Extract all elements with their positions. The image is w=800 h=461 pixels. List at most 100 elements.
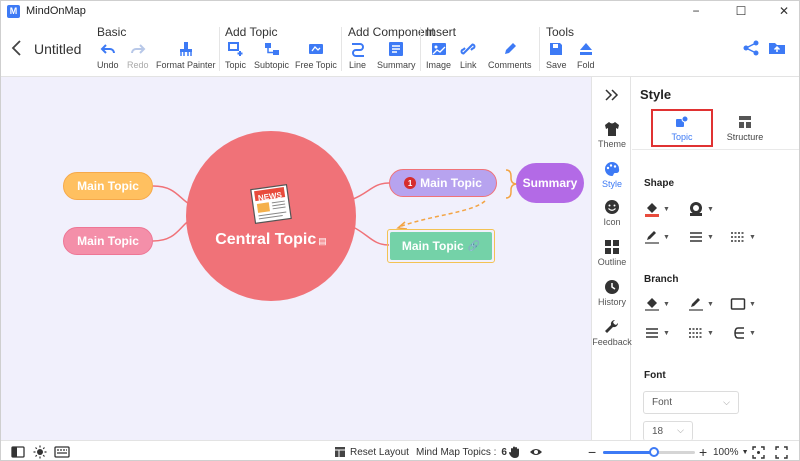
subtopic-label: Subtopic [254, 60, 290, 70]
shape-border-width-dropdown[interactable]: ▼ [688, 229, 714, 245]
zoom-slider[interactable] [603, 441, 695, 460]
tab-topic[interactable]: Topic [651, 109, 713, 147]
line-width-icon [690, 232, 702, 242]
undo-button[interactable]: Undo [97, 41, 119, 70]
branch-border-dropdown[interactable]: ▼ [730, 296, 756, 312]
panel-title: Style [640, 87, 672, 102]
free-topic-button[interactable]: Free Topic [295, 41, 337, 70]
branch-line-width-dropdown[interactable]: ▼ [644, 325, 670, 341]
main-topic-node[interactable]: Main Topic [63, 172, 153, 200]
shape-style-dropdown[interactable]: ▼ [688, 201, 714, 217]
fullscreen-icon[interactable] [775, 441, 788, 460]
collapse-panel-icon[interactable] [603, 87, 621, 106]
shape-icon [690, 202, 702, 216]
shape-fill-dropdown[interactable]: ▼ [644, 201, 670, 217]
font-family-select[interactable]: Font ⌵ [643, 391, 739, 414]
font-size-select[interactable]: 18 ⌵ [643, 421, 693, 441]
summary-label: Summary [377, 60, 416, 70]
theme-mode-icon[interactable] [33, 441, 47, 460]
share-icon[interactable] [742, 39, 760, 57]
panel-divider [632, 149, 799, 150]
sidebar-item-outline[interactable]: Outline [592, 239, 632, 267]
branch-fill-dropdown[interactable]: ▼ [644, 296, 670, 312]
redo-button[interactable]: Redo [127, 41, 149, 70]
fold-button[interactable]: Fold [577, 41, 595, 70]
zoom-level-value: 100% [713, 446, 739, 458]
main-topic-node[interactable]: 1 Main Topic [389, 169, 497, 197]
reset-layout-label: Reset Layout [350, 446, 409, 458]
branch-connector-dropdown[interactable]: ▼ [730, 325, 756, 341]
link-icon [460, 41, 476, 57]
subtopic-icon [264, 41, 280, 57]
zoom-slider-thumb[interactable] [649, 446, 659, 457]
chevron-down-icon: ⌵ [723, 397, 730, 407]
branch-line-color-dropdown[interactable]: ▼ [688, 296, 714, 312]
undo-label: Undo [97, 60, 119, 70]
main-topic-node-selected[interactable]: Main Topic 🔗 [390, 232, 492, 260]
zoom-in-button[interactable]: + [699, 441, 707, 460]
link-button[interactable]: Link [460, 41, 477, 70]
main-topic-node[interactable]: Main Topic [63, 227, 153, 255]
title-bar: M MindOnMap − ☐ ✕ [1, 1, 799, 21]
topic-label: Topic [225, 60, 247, 70]
image-label: Image [426, 60, 452, 70]
undo-icon [100, 41, 116, 57]
summary-node[interactable]: Summary [516, 163, 584, 203]
topics-count-value: 6 [501, 446, 507, 458]
image-button[interactable]: Image [426, 41, 451, 70]
summary-icon [388, 41, 404, 57]
minimize-button[interactable]: − [681, 1, 711, 21]
tab-structure[interactable]: Structure [715, 109, 775, 147]
fold-label: Fold [577, 60, 595, 70]
keyboard-icon[interactable] [54, 441, 70, 460]
side-icon-bar: Theme Style Icon Outline History Feedbac… [591, 77, 632, 440]
main-topic-label: Main Topic [77, 234, 139, 248]
toolbar: Untitled Basic Undo Redo Format Painter … [1, 21, 799, 77]
sidebar-item-theme[interactable]: Theme [592, 121, 632, 149]
back-button[interactable] [9, 38, 25, 58]
subtopic-button[interactable]: Subtopic [254, 41, 289, 70]
sidebar-item-icon[interactable]: Icon [592, 199, 632, 227]
sidebar-item-feedback[interactable]: Feedback [592, 319, 632, 347]
branch-line-style-dropdown[interactable]: ▼ [688, 325, 714, 341]
sidebar-item-style[interactable]: Style [592, 161, 632, 189]
zoom-slider-fill [603, 450, 654, 454]
clock-icon [605, 280, 619, 294]
central-topic-label: Central Topic ▤ [215, 231, 327, 249]
reset-layout-button[interactable]: Reset Layout [334, 441, 409, 460]
hand-icon[interactable] [508, 441, 522, 460]
eye-icon[interactable] [529, 441, 543, 460]
central-topic-node[interactable]: NEWS Central Topic ▤ [186, 131, 356, 301]
free-topic-label: Free Topic [295, 60, 337, 70]
sidebar-item-label: Icon [603, 217, 621, 227]
shape-border-style-dropdown[interactable]: ▼ [730, 229, 756, 245]
pen-icon [645, 231, 659, 244]
line-button[interactable]: Line [349, 41, 366, 70]
save-button[interactable]: Save [546, 41, 567, 70]
export-folder-icon[interactable] [768, 39, 786, 57]
format-painter-button[interactable]: Format Painter [156, 41, 216, 70]
canvas-toggle-icon[interactable] [11, 441, 25, 460]
shape-border-color-dropdown[interactable]: ▼ [644, 229, 670, 245]
close-button[interactable]: ✕ [769, 1, 799, 21]
maximize-button[interactable]: ☐ [726, 1, 756, 21]
sidebar-item-history[interactable]: History [592, 279, 632, 307]
section-title-branch: Branch [644, 274, 679, 285]
topic-button[interactable]: Topic [225, 41, 246, 70]
toolbar-divider [341, 27, 342, 71]
fill-bucket-icon [645, 203, 659, 217]
zoom-level-select[interactable]: 100% ▼ [713, 441, 749, 460]
summary-button[interactable]: Summary [377, 41, 416, 70]
mind-map-canvas[interactable]: NEWS Central Topic ▤ Main Topic Main Topi… [1, 77, 591, 440]
dash-style-icon [731, 232, 745, 242]
group-title-add-topic: Add Topic [225, 25, 278, 39]
toolbar-divider [219, 27, 220, 71]
main-topic-label: Main Topic [420, 176, 482, 190]
comments-button[interactable]: Comments [488, 41, 532, 70]
group-title-add-component: Add Component [348, 25, 435, 39]
app-logo-icon: M [7, 4, 20, 18]
tab-structure-label: Structure [726, 131, 764, 142]
document-title[interactable]: Untitled [34, 41, 81, 57]
fit-screen-icon[interactable] [752, 441, 765, 460]
zoom-out-button[interactable]: − [588, 441, 596, 460]
